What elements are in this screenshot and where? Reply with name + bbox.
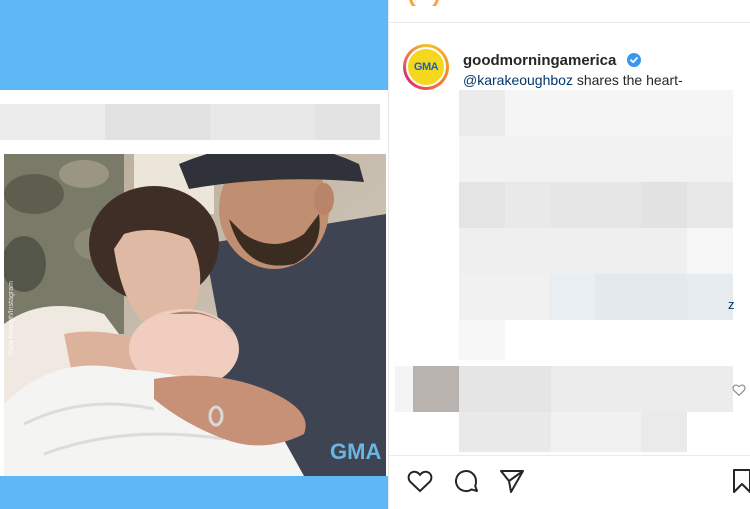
shared-post-preview: GMA Kara Keough/Instagram <box>0 0 388 509</box>
header-divider <box>389 22 750 23</box>
blue-footer-bar <box>0 476 388 509</box>
svg-text:GMA: GMA <box>330 439 381 464</box>
caption: @karakeoughboz shares the heart- <box>463 72 683 88</box>
like-button[interactable] <box>405 466 435 496</box>
username[interactable]: goodmorningamerica <box>463 52 616 69</box>
family-photo-illustration: GMA <box>4 154 386 476</box>
verified-badge-icon <box>627 53 641 67</box>
heart-small-icon[interactable] <box>731 382 747 398</box>
bookmark-icon <box>733 469 750 493</box>
save-button[interactable] <box>727 466 750 496</box>
avatar-logo: GMA <box>406 47 446 87</box>
share-button[interactable] <box>497 466 527 496</box>
share-icon <box>500 470 524 493</box>
actions-divider <box>389 455 750 456</box>
heart-icon <box>407 470 433 493</box>
comment-icon <box>455 470 478 493</box>
instagram-post-panel: GMA goodmorningamerica @karakeoughboz sh… <box>389 0 750 509</box>
truncated-mention-text[interactable]: z <box>728 297 735 312</box>
blurred-caption <box>0 104 380 140</box>
mention-link[interactable]: @karakeoughboz <box>463 72 573 88</box>
post-photo[interactable]: GMA <box>4 154 386 476</box>
blue-header-bar <box>0 0 388 90</box>
comment-button[interactable] <box>451 466 481 496</box>
avatar-text: GMA <box>413 61 439 73</box>
avatar[interactable]: GMA <box>403 44 449 90</box>
photo-credit: Kara Keough/Instagram <box>8 281 15 355</box>
caption-text: shares the heart- <box>572 72 683 88</box>
previous-avatar[interactable] <box>409 0 443 6</box>
